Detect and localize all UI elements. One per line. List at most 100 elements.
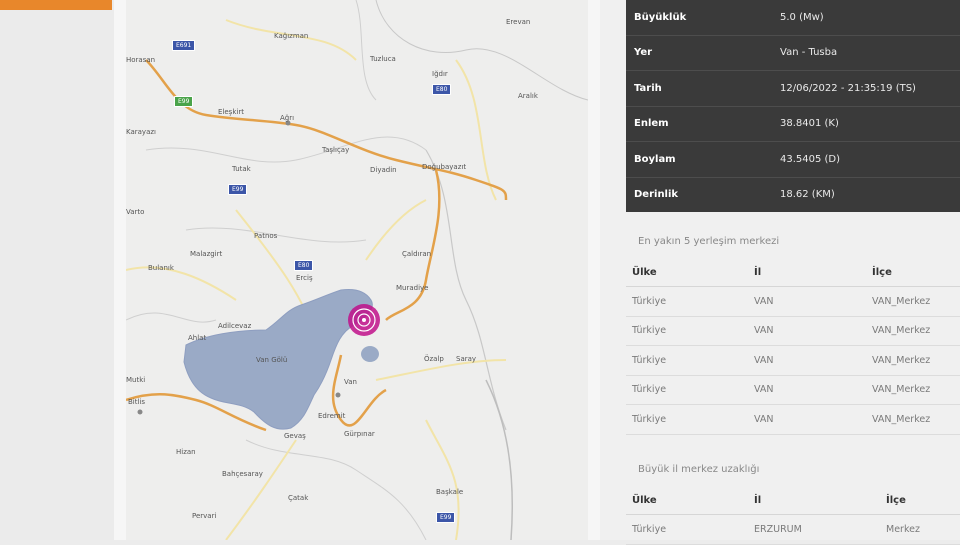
cell-province: ERZURUM — [754, 523, 802, 535]
place-bulanik: Bulanık — [148, 264, 174, 272]
info-value: Van - Tusba — [780, 47, 838, 59]
header-district: İlçe — [886, 494, 906, 506]
place-erevan: Erevan — [506, 18, 531, 26]
info-row-latitude: Enlem 38.8401 (K) — [626, 107, 960, 142]
place-caldiran: Çaldıran — [402, 250, 432, 258]
big-city-distance-table: Ülke İl İlçe Türkiye ERZURUM Merkez — [626, 486, 960, 545]
header-province: İl — [754, 266, 762, 278]
cell-district: VAN_Merkez — [872, 295, 931, 307]
info-value: 18.62 (KM) — [780, 189, 835, 201]
place-gevas: Gevaş — [284, 432, 306, 440]
place-tutak: Tutak — [232, 165, 251, 173]
place-malazgirt: Malazgirt — [190, 250, 223, 258]
table-row: Türkiye ERZURUM Merkez — [626, 515, 960, 545]
cell-country: Türkiye — [632, 413, 667, 425]
info-value: 43.5405 (D) — [780, 153, 841, 165]
left-blank-column — [0, 0, 114, 540]
cell-country: Türkiye — [632, 523, 667, 535]
place-muradiye: Muradiye — [396, 284, 429, 292]
place-taslicay: Taşlıçay — [322, 146, 350, 154]
place-eleskirt: Eleşkirt — [218, 108, 244, 116]
map-graphics — [126, 0, 588, 540]
place-diyadin: Diyadin — [370, 166, 397, 174]
info-row-longitude: Boylam 43.5405 (D) — [626, 142, 960, 178]
cell-province: VAN — [754, 354, 774, 366]
big-city-distance-title: Büyük il merkez uzaklığı — [638, 464, 760, 475]
header-country: Ülke — [632, 494, 657, 506]
info-key: Tarih — [634, 82, 662, 94]
info-row-location: Yer Van - Tusba — [626, 36, 960, 71]
cell-district: VAN_Merkez — [872, 413, 931, 425]
table-header: Ülke İl İlçe — [626, 486, 960, 515]
info-key: Yer — [634, 47, 653, 59]
place-mutki: Mutki — [126, 376, 146, 384]
place-dogubayazit: Doğubayazıt — [422, 163, 467, 171]
place-saray: Saray — [456, 355, 477, 363]
info-key: Derinlik — [634, 189, 679, 201]
info-row-date: Tarih 12/06/2022 - 21:35:19 (TS) — [626, 71, 960, 107]
road-sign: E80 — [432, 84, 452, 95]
place-agri: Ağrı — [280, 114, 295, 122]
place-bahcesaray: Bahçesaray — [222, 470, 263, 478]
place-kagizman: Kağızman — [274, 32, 309, 40]
road-sign: E80 — [294, 260, 314, 271]
place-ercis: Erciş — [296, 274, 313, 282]
cell-country: Türkiye — [632, 325, 667, 337]
cell-country: Türkiye — [632, 354, 667, 366]
header-province: İl — [754, 494, 762, 506]
earthquake-info-panel: Büyüklük 5.0 (Mw) Yer Van - Tusba Tarih … — [600, 0, 960, 545]
earthquake-details-table: Büyüklük 5.0 (Mw) Yer Van - Tusba Tarih … — [626, 0, 960, 212]
road-sign: E99 — [436, 512, 456, 523]
info-value: 38.8401 (K) — [780, 118, 839, 130]
info-key: Boylam — [634, 153, 676, 165]
info-key: Büyüklük — [634, 11, 687, 23]
info-value: 5.0 (Mw) — [780, 11, 824, 23]
cell-province: VAN — [754, 413, 774, 425]
info-key: Enlem — [634, 118, 669, 130]
orange-menu-tab[interactable] — [0, 0, 112, 10]
cell-district: Merkez — [886, 523, 920, 535]
table-header: Ülke İl İlçe — [626, 258, 960, 287]
place-edremit: Edremit — [318, 412, 346, 420]
road-sign: E99 — [174, 96, 194, 107]
cell-district: VAN_Merkez — [872, 325, 931, 337]
place-baskale: Başkale — [436, 488, 464, 496]
earthquake-map[interactable]: Erevan Kağızman Tuzluca Iğdır Aralık Hor… — [126, 0, 588, 540]
place-bitlis: Bitlis — [128, 398, 146, 406]
place-varto: Varto — [126, 208, 145, 216]
place-hizan: Hizan — [176, 448, 196, 456]
place-pervari: Pervari — [192, 512, 217, 520]
cell-district: VAN_Merkez — [872, 384, 931, 396]
table-row: Türkiye VAN VAN_Merkez — [626, 346, 960, 376]
cell-country: Türkiye — [632, 295, 667, 307]
place-patnos: Patnos — [254, 232, 278, 240]
cell-province: VAN — [754, 325, 774, 337]
place-catak: Çatak — [288, 494, 309, 502]
place-aralik: Aralık — [518, 92, 538, 100]
place-lake-label: Van Gölü — [256, 356, 288, 364]
cell-district: VAN_Merkez — [872, 354, 931, 366]
road-sign: E691 — [172, 40, 196, 51]
place-gurpinar: Gürpınar — [344, 430, 375, 438]
info-row-magnitude: Büyüklük 5.0 (Mw) — [626, 0, 960, 36]
place-ozalp: Özalp — [424, 355, 444, 363]
place-karayazi: Karayazı — [126, 128, 156, 136]
place-adilcevaz: Adilcevaz — [218, 322, 252, 330]
table-row: Türkiye VAN VAN_Merkez — [626, 405, 960, 435]
header-district: İlçe — [872, 266, 892, 278]
table-row: Türkiye VAN VAN_Merkez — [626, 317, 960, 346]
table-row: Türkiye VAN VAN_Merkez — [626, 287, 960, 317]
info-row-depth: Derinlik 18.62 (KM) — [626, 178, 960, 213]
table-row: Türkiye VAN VAN_Merkez — [626, 376, 960, 405]
place-van: Van — [344, 378, 357, 386]
place-tuzluca: Tuzluca — [370, 55, 396, 63]
place-ahlat: Ahlat — [188, 334, 207, 342]
nearest-settlements-table: Ülke İl İlçe Türkiye VAN VAN_Merkez Türk… — [626, 258, 960, 435]
map-panel: Erevan Kağızman Tuzluca Iğdır Aralık Hor… — [114, 0, 600, 540]
road-sign: E99 — [228, 184, 248, 195]
cell-country: Türkiye — [632, 384, 667, 396]
cell-province: VAN — [754, 295, 774, 307]
place-horasan: Horasan — [126, 56, 156, 64]
info-value: 12/06/2022 - 21:35:19 (TS) — [780, 82, 916, 94]
place-igdir: Iğdır — [432, 70, 448, 78]
